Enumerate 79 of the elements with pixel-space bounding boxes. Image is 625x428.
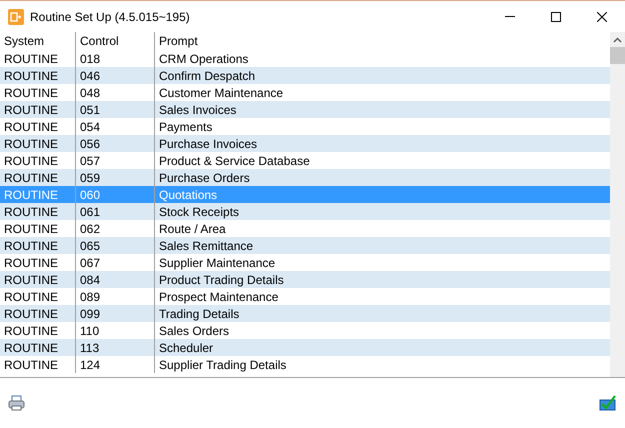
table-cell-text: 067 — [80, 254, 100, 272]
table-cell-text: ROUTINE — [4, 238, 58, 254]
table-cell-text: 046 — [80, 68, 100, 84]
scrollbar[interactable] — [610, 32, 625, 377]
table-cell-text: 056 — [80, 136, 100, 152]
table-cell-text: Route / Area — [159, 220, 226, 238]
table-cell-text: Scheduler — [159, 340, 214, 356]
table-cell-text: ROUTINE — [4, 68, 58, 84]
table-cell-text: 054 — [80, 118, 100, 136]
table-row[interactable]: ROUTINE 084 Product Trading Details — [0, 271, 610, 288]
table-cell-text: 065 — [80, 238, 100, 254]
table-cell-text: 110 — [80, 322, 100, 340]
table-cell-text: ROUTINE — [4, 50, 58, 68]
table-cell-text: ROUTINE — [4, 186, 58, 204]
scroll-thumb[interactable] — [610, 47, 625, 64]
table-cell-text: 089 — [80, 288, 100, 306]
table-cell-text: 124 — [80, 356, 100, 374]
table-cell-text: Customer Maintenance — [159, 84, 284, 102]
table-cell-text: Supplier Maintenance — [159, 254, 276, 272]
table-cell-text: 057 — [80, 152, 100, 170]
table-cell-text: 051 — [80, 102, 100, 118]
minimize-icon — [505, 16, 515, 17]
table-cell-text: Purchase Orders — [159, 170, 250, 186]
table-cell-text: Payments — [159, 118, 212, 136]
table-cell-text: 018 — [80, 50, 100, 68]
printer-icon — [8, 395, 25, 411]
table-row[interactable]: ROUTINE 056 Purchase Invoices — [0, 135, 610, 152]
table-cell-text: Sales Invoices — [159, 102, 236, 118]
table-cell-text: ROUTINE — [4, 356, 58, 374]
table-row[interactable]: ROUTINE 046 Confirm Despatch — [0, 67, 610, 84]
table-cell-text: 059 — [80, 170, 100, 186]
table-cell-text: 113 — [80, 340, 100, 356]
table-cell-text: ROUTINE — [4, 102, 58, 118]
table-row[interactable]: ROUTINE 065 Sales Remittance — [0, 237, 610, 254]
column-header[interactable]: Prompt — [155, 32, 610, 50]
table-cell-text: ROUTINE — [4, 204, 58, 220]
table-cell-text: ROUTINE — [4, 152, 58, 170]
confirm-button[interactable] — [599, 394, 617, 412]
table-cell-text: ROUTINE — [4, 322, 58, 340]
table-cell-text: 062 — [80, 220, 100, 238]
table-cell-text: Stock Receipts — [159, 204, 240, 220]
table-cell-text: ROUTINE — [4, 306, 58, 322]
table-cell-text: Quotations — [159, 186, 218, 204]
table-cell-text: ROUTINE — [4, 118, 58, 136]
table-cell-text: ROUTINE — [4, 84, 58, 102]
checkmark-icon — [599, 395, 616, 411]
table-cell-text: CRM Operations — [159, 50, 248, 68]
table-cell-text: ROUTINE — [4, 220, 58, 238]
table-cell-text: Sales Remittance — [159, 238, 254, 254]
table-cell-text: 084 — [80, 272, 100, 288]
table-cell-text: Trading Details — [159, 306, 240, 322]
table-row[interactable]: ROUTINE 061 Stock Receipts — [0, 203, 610, 220]
table-row[interactable]: ROUTINE 051 Sales Invoices — [0, 101, 610, 118]
table-cell-text: Confirm Despatch — [159, 68, 256, 84]
scroll-up-icon[interactable] — [613, 37, 622, 43]
table-row[interactable]: ROUTINE 099 Trading Details — [0, 305, 610, 322]
table-cell-text: Sales Orders — [159, 322, 230, 340]
table-cell-text: 061 — [80, 204, 100, 220]
window-title: Routine Set Up (4.5.015~195) — [30, 8, 190, 26]
table-row[interactable]: ROUTINE 113 Scheduler — [0, 339, 610, 356]
table-cell-text: ROUTINE — [4, 136, 58, 152]
table-cell-text: ROUTINE — [4, 170, 58, 186]
table-cell-text: Purchase Invoices — [159, 136, 258, 152]
table-row[interactable]: ROUTINE 059 Purchase Orders — [0, 169, 610, 186]
table-cell-text: Product Trading Details — [159, 272, 284, 288]
table-cell-text: 060 — [80, 186, 100, 204]
app-icon — [8, 8, 24, 24]
table-cell-text: Supplier Trading Details — [159, 356, 286, 374]
print-button[interactable] — [8, 394, 26, 412]
close-icon — [597, 12, 607, 22]
table-cell-text: 048 — [80, 84, 100, 102]
table-cell-text: ROUTINE — [4, 254, 58, 272]
table-cell-text: ROUTINE — [4, 288, 58, 306]
table-cell-text: 099 — [80, 306, 100, 322]
table-cell-text: Product & Service Database — [159, 152, 310, 170]
maximize-icon — [551, 12, 561, 22]
table-cell-text: ROUTINE — [4, 272, 58, 288]
table-cell-text: Prospect Maintenance — [159, 288, 278, 306]
table-cell-text: ROUTINE — [4, 340, 58, 356]
